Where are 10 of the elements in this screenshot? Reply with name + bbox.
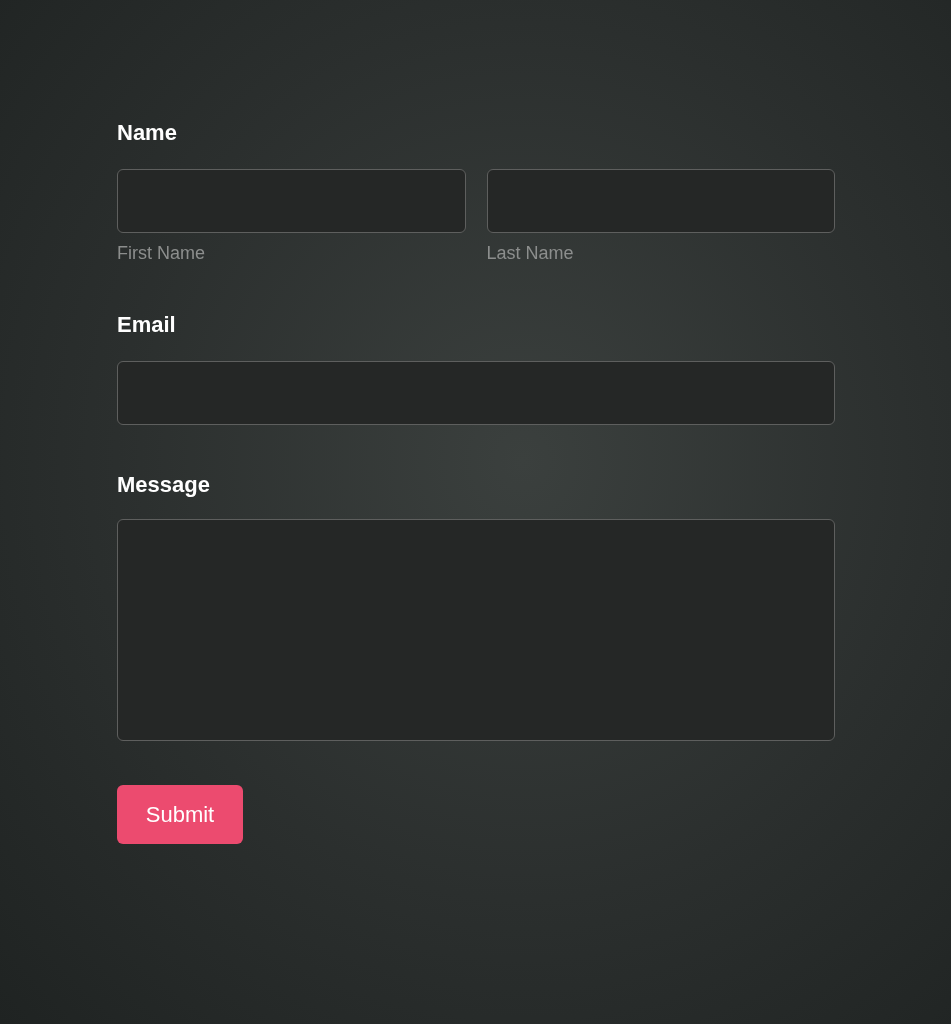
text-input-field[interactable] — [486, 169, 835, 233]
message-textarea-field[interactable] — [117, 519, 835, 741]
field-sublabel: First Name — [117, 242, 206, 265]
field-label: Message — [117, 471, 211, 499]
field-label: Email — [117, 311, 177, 339]
email-input-field[interactable] — [117, 361, 835, 425]
submit-button[interactable]: Submit — [117, 785, 243, 844]
field-sublabel: Last Name — [486, 242, 575, 265]
text-input-field[interactable] — [117, 169, 466, 233]
field-label: Name — [117, 119, 178, 147]
